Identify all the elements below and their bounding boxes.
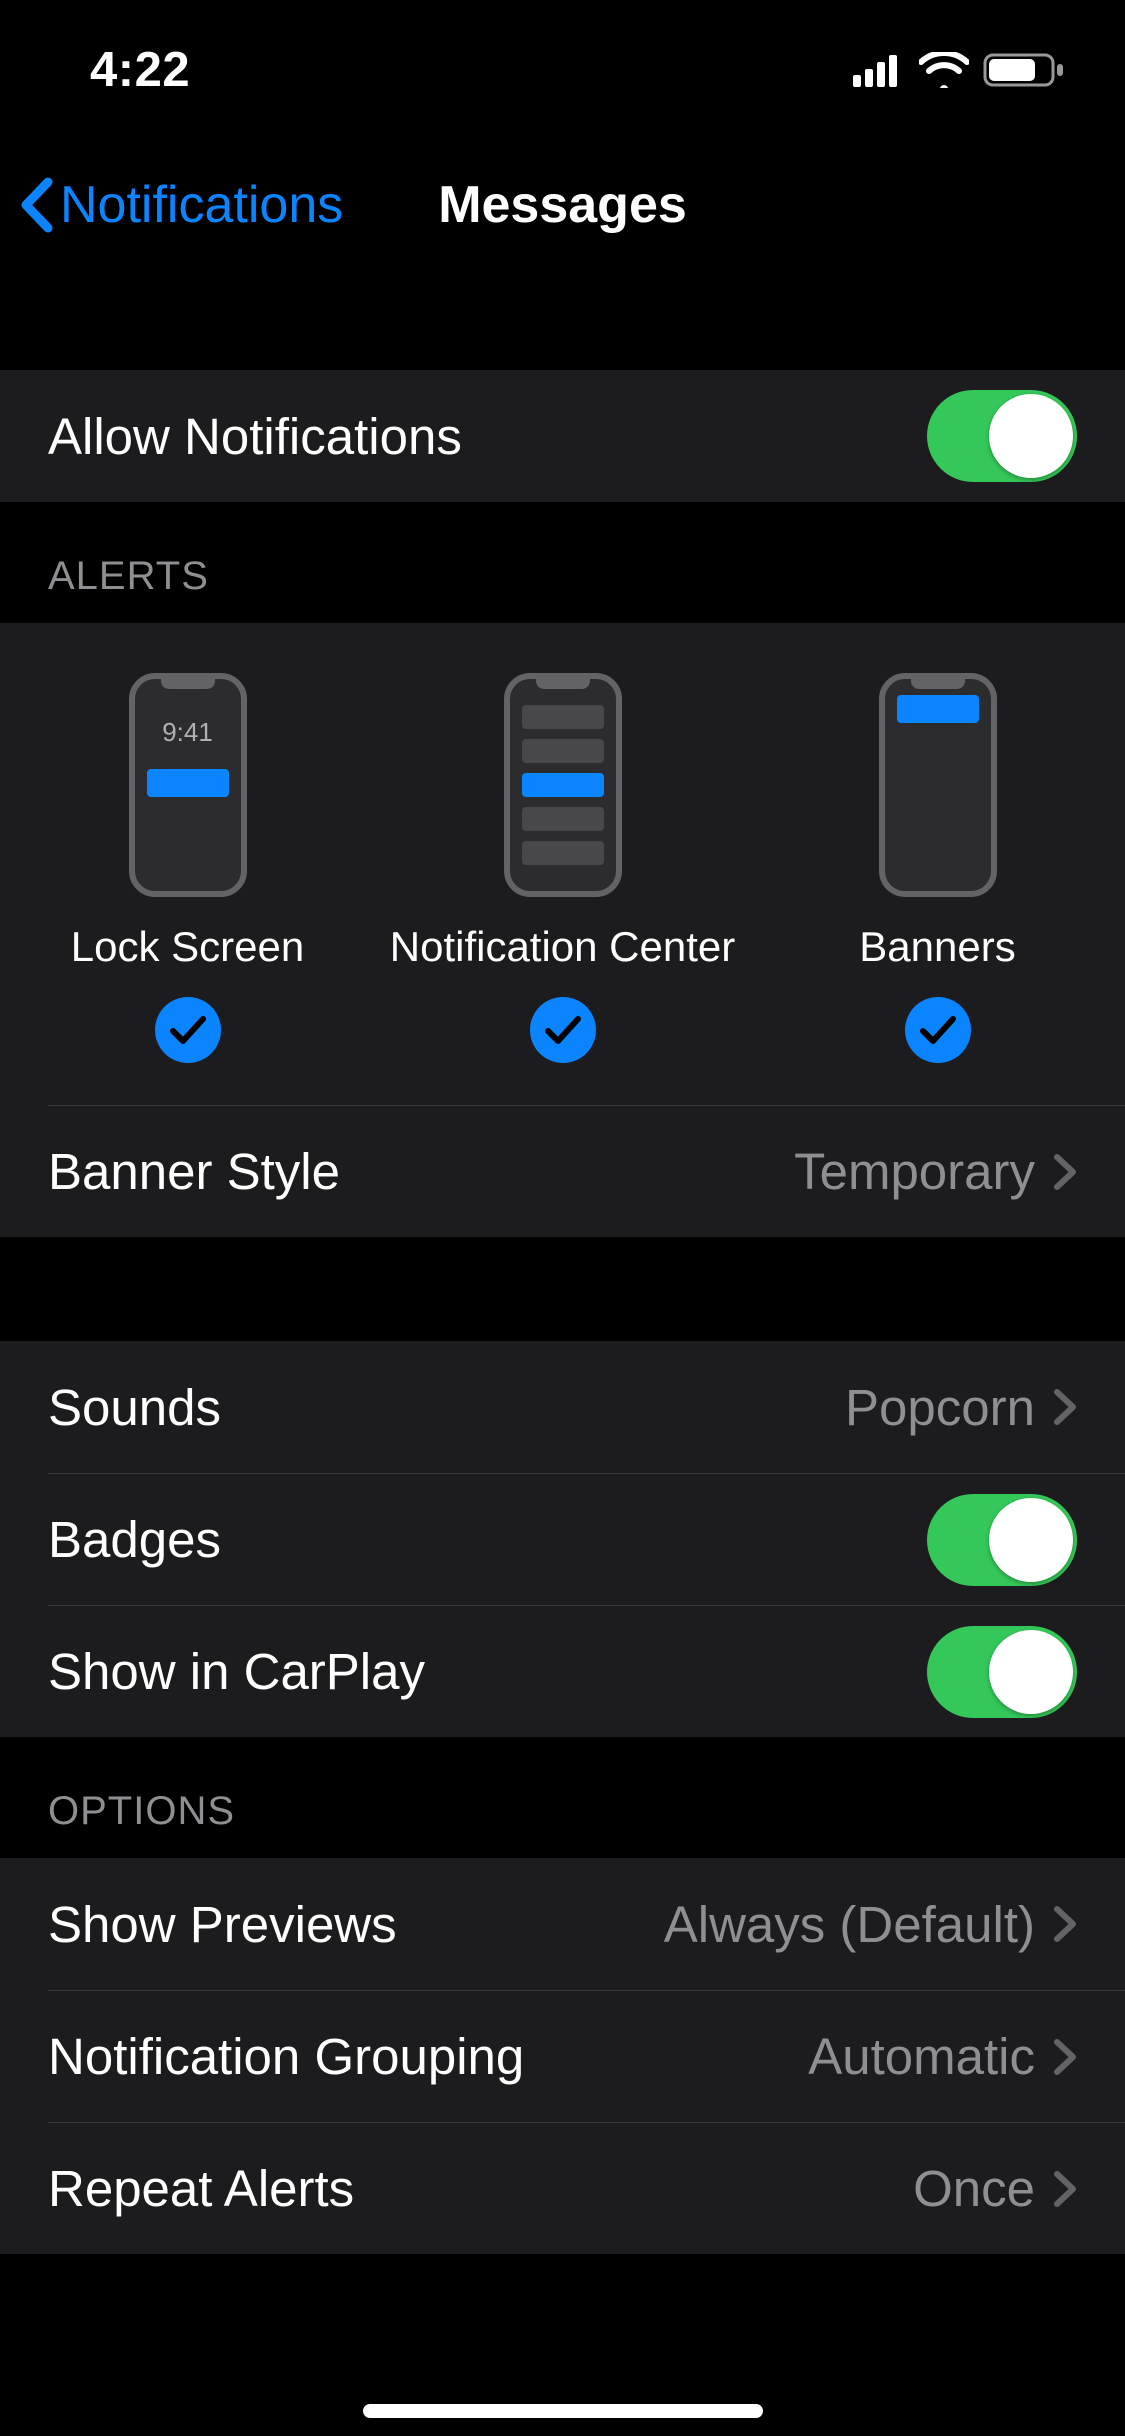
alert-option-check[interactable] [530, 997, 596, 1063]
nav-bar: Notifications Messages [0, 140, 1125, 270]
banner-style-label: Banner Style [48, 1142, 340, 1201]
sounds-row[interactable]: Sounds Popcorn [0, 1341, 1125, 1473]
sounds-label: Sounds [48, 1378, 221, 1437]
notification-grouping-label: Notification Grouping [48, 2027, 524, 2086]
notification-grouping-row[interactable]: Notification Grouping Automatic [48, 1990, 1125, 2122]
banners-icon [879, 673, 997, 897]
badges-row[interactable]: Badges [48, 1473, 1125, 1605]
alert-option-label: Banners [859, 923, 1015, 971]
notification-center-icon [504, 673, 622, 897]
badges-label: Badges [48, 1510, 221, 1569]
alert-option-label: Lock Screen [71, 923, 304, 971]
chevron-right-icon [1053, 2170, 1077, 2208]
alert-option-notification-center[interactable]: Notification Center [375, 673, 750, 1063]
group-sound-badges: Sounds Popcorn Badges Show in CarPlay [0, 1341, 1125, 1737]
chevron-left-icon [18, 176, 54, 234]
banner-style-row[interactable]: Banner Style Temporary [48, 1105, 1125, 1237]
alert-option-check[interactable] [905, 997, 971, 1063]
group-allow: Allow Notifications [0, 370, 1125, 502]
lock-screen-time: 9:41 [135, 717, 241, 748]
repeat-alerts-row[interactable]: Repeat Alerts Once [48, 2122, 1125, 2254]
allow-notifications-label: Allow Notifications [48, 407, 462, 466]
alert-option-banners[interactable]: Banners [750, 673, 1125, 1063]
cellular-icon [853, 53, 905, 87]
chevron-right-icon [1053, 1153, 1077, 1191]
status-icons [853, 51, 1065, 89]
chevron-right-icon [1053, 2038, 1077, 2076]
wifi-icon [919, 52, 969, 88]
show-previews-row[interactable]: Show Previews Always (Default) [0, 1858, 1125, 1990]
repeat-alerts-value: Once [913, 2159, 1035, 2218]
options-header: OPTIONS [0, 1737, 1125, 1858]
badges-toggle[interactable] [927, 1494, 1077, 1586]
carplay-row[interactable]: Show in CarPlay [48, 1605, 1125, 1737]
chevron-right-icon [1053, 1905, 1077, 1943]
alert-option-check[interactable] [155, 997, 221, 1063]
chevron-right-icon [1053, 1388, 1077, 1426]
sounds-value: Popcorn [845, 1378, 1035, 1437]
allow-notifications-toggle[interactable] [927, 390, 1077, 482]
battery-icon [983, 51, 1065, 89]
status-bar: 4:22 [0, 0, 1125, 140]
lock-screen-icon: 9:41 [129, 673, 247, 897]
alerts-row: 9:41 Lock Screen Notification Center [0, 623, 1125, 1105]
show-previews-value: Always (Default) [664, 1895, 1035, 1954]
notification-grouping-value: Automatic [808, 2027, 1035, 2086]
repeat-alerts-label: Repeat Alerts [48, 2159, 354, 2218]
group-options: Show Previews Always (Default) Notificat… [0, 1858, 1125, 2254]
home-indicator [363, 2404, 763, 2418]
alerts-header: ALERTS [0, 502, 1125, 623]
back-label: Notifications [60, 175, 343, 235]
carplay-label: Show in CarPlay [48, 1642, 425, 1701]
allow-notifications-row[interactable]: Allow Notifications [0, 370, 1125, 502]
banner-style-value: Temporary [794, 1142, 1035, 1201]
group-alerts: 9:41 Lock Screen Notification Center [0, 623, 1125, 1237]
show-previews-label: Show Previews [48, 1895, 397, 1954]
status-time: 4:22 [90, 42, 190, 98]
back-button[interactable]: Notifications [0, 175, 343, 235]
alert-option-label: Notification Center [390, 923, 736, 971]
alert-option-lock-screen[interactable]: 9:41 Lock Screen [0, 673, 375, 1063]
carplay-toggle[interactable] [927, 1626, 1077, 1718]
